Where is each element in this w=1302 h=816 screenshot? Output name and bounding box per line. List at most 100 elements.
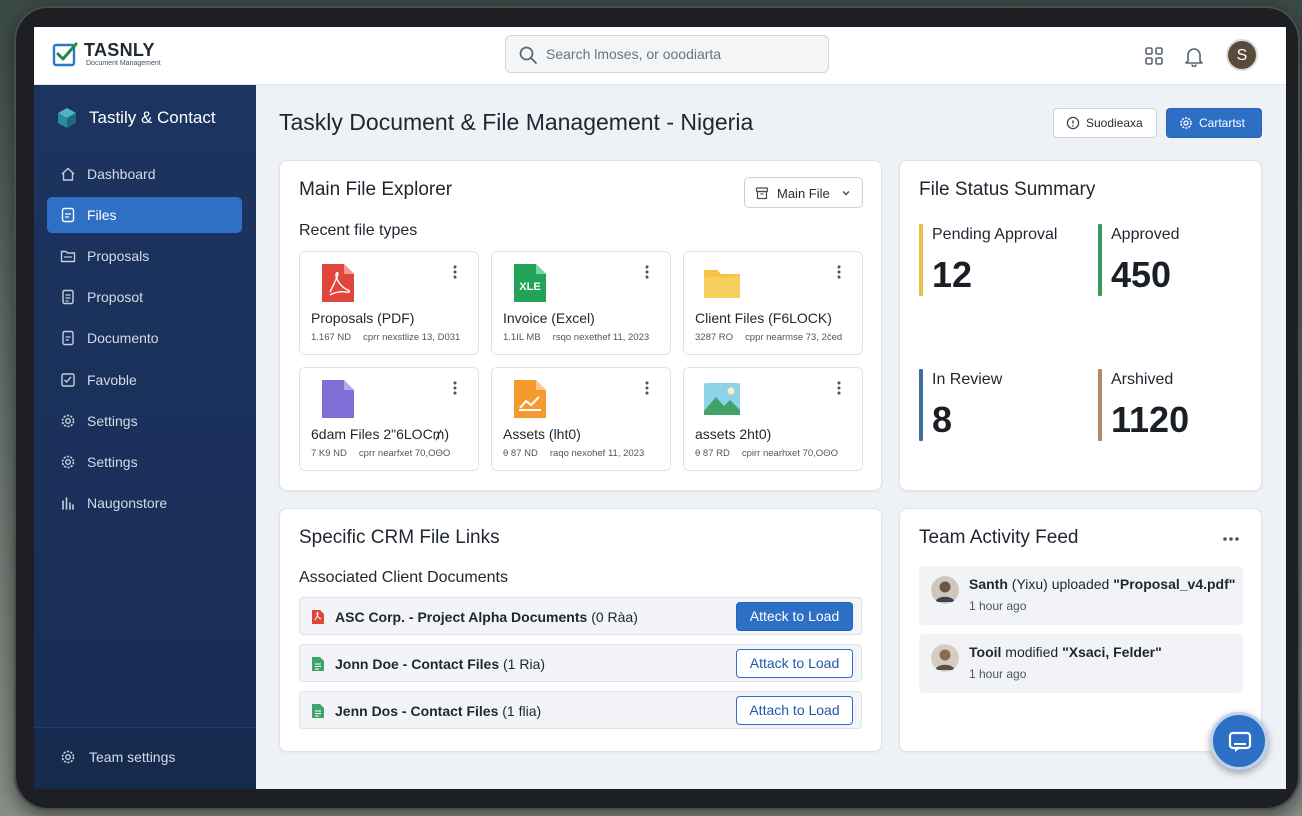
file-tile-client-files[interactable]: Client Files (F6LOCK) 3287 RO cppr nearms… [683, 251, 863, 355]
top-bar: TASNLY Document Management S [34, 27, 1286, 85]
activity-item[interactable]: Santh (Yixu) uploaded "Proposal_v4.pdf" … [919, 566, 1243, 625]
sidebar-item-favoble[interactable]: Favoble [47, 362, 242, 398]
chart-file-icon [514, 380, 546, 418]
more-vertical-icon[interactable] [640, 264, 654, 280]
document-icon [62, 330, 74, 346]
crm-link-row: Jonn Doe - Contact Files (1 Ria) Attack … [299, 644, 862, 682]
checklist-icon [61, 373, 75, 387]
file-tile-invoice[interactable]: XLE Invoice (Excel) 1.1IL MB rsqo nexethe… [491, 251, 671, 355]
sidebar-item-team-settings[interactable]: Team settings [34, 727, 256, 789]
cube-icon [58, 108, 76, 128]
sidebar-item-naugonstore[interactable]: Naugonstore [47, 485, 242, 521]
search-input[interactable] [546, 44, 816, 64]
card-title: Main File Explorer [299, 179, 453, 200]
svg-text:XLE: XLE [519, 281, 540, 293]
sidebar-footer-label: Team settings [89, 749, 176, 765]
gear-icon [61, 414, 75, 428]
document-icon [62, 289, 74, 305]
sidebar-item-label: Naugonstore [87, 495, 168, 511]
gear-icon [1180, 117, 1192, 129]
sidebar-item-proposals[interactable]: Proposals [47, 238, 242, 274]
stat-value: 1120 [1111, 399, 1190, 440]
dropdown-value: Main File [777, 186, 830, 201]
chat-button[interactable] [1210, 712, 1268, 770]
card-title: File Status Summary [919, 179, 1096, 200]
logo-check-icon [52, 42, 78, 67]
sidebar-item-label: Proposals [87, 248, 150, 264]
file-tile-assets-2[interactable]: assets 2ht0) θ 87 RD cpirr nearhxet 70,OΘ… [683, 367, 863, 471]
more-vertical-icon[interactable] [448, 264, 462, 280]
sidebar-item-label: Favoble [87, 372, 137, 388]
stat-accent-bar [1098, 369, 1102, 441]
main-file-explorer-card: Main File Explorer Main File Recent file… [279, 160, 882, 491]
sidebar-item-documento[interactable]: Documento [47, 320, 242, 356]
user-avatar [931, 576, 959, 604]
file-tile-6dam-files[interactable]: 6dam Files 2"6LOC₥) 7 K9 ND cprr nearfxet… [299, 367, 479, 471]
search-box[interactable] [505, 35, 829, 73]
logo-title: TASNLY [84, 40, 155, 60]
excel-icon: XLE [514, 264, 546, 302]
secondary-action-button[interactable]: Suodieaxa [1053, 108, 1157, 138]
gear-icon [61, 750, 75, 764]
folder-icon [60, 250, 76, 263]
recent-file-types-heading: Recent file types [299, 222, 418, 239]
home-icon [61, 167, 75, 181]
gear-icon [61, 455, 75, 469]
sidebar-item-label: Proposot [87, 289, 144, 305]
more-vertical-icon[interactable] [832, 380, 846, 396]
attach-to-load-button[interactable]: Attack to Load [736, 649, 853, 678]
file-name: Invoice (Excel) [503, 310, 595, 326]
primary-action-button[interactable]: Cartartst [1166, 108, 1262, 138]
user-avatar[interactable]: S [1226, 39, 1258, 71]
file-source-dropdown[interactable]: Main File [744, 177, 863, 208]
sidebar-item-label: Settings [87, 454, 138, 470]
file-meta: θ 87 ND raqo nexohef 11, 2023 [503, 448, 645, 459]
stat-label: Approved [1111, 226, 1180, 243]
sidebar-item-files[interactable]: Files [47, 197, 242, 233]
file-status-summary-card: File Status Summary Pending Approval 12 … [899, 160, 1262, 491]
stat-label: Arshived [1111, 371, 1174, 388]
stat-approved: Approved 450 [1098, 224, 1258, 298]
sidebar-item-proposot[interactable]: Proposot [47, 279, 242, 315]
activity-text: Santh (Yixu) uploaded "Proposal_v4.pdf" [969, 576, 1236, 592]
file-name: Client Files (F6LOCK) [695, 310, 832, 326]
sidebar-brand-name: Tastily & Contact [89, 108, 216, 127]
bell-icon[interactable] [1183, 45, 1205, 67]
attach-to-load-button[interactable]: Attach to Load [736, 696, 853, 725]
card-title: Specific CRM File Links [299, 527, 500, 548]
attach-to-load-button[interactable]: Atteck to Load [736, 602, 853, 631]
crm-link-label: Jenn Dos - Contact Files (1 flia) [335, 703, 542, 719]
document-icon [322, 380, 354, 418]
file-tile-assets[interactable]: Assets (lht0) θ 87 ND raqo nexohef 11, 20… [491, 367, 671, 471]
more-vertical-icon[interactable] [448, 380, 462, 396]
file-meta: 7 K9 ND cprr nearfxet 70,OΘO [311, 448, 451, 459]
sheet-icon [312, 704, 324, 718]
file-tile-proposals[interactable]: Proposals (PDF) 1.167 ND cprr nexstlize 1… [299, 251, 479, 355]
stat-pending-approval: Pending Approval 12 [919, 224, 1079, 298]
app-logo[interactable]: TASNLY Document Management [52, 39, 192, 73]
activity-text: Tooil modified "Xsaci, Felder" [969, 644, 1162, 660]
more-horizontal-icon[interactable] [1222, 536, 1240, 542]
stat-value: 8 [932, 399, 953, 440]
crm-link-label: ASC Corp. - Project Alpha Documents (0 R… [335, 609, 638, 625]
apps-grid-icon[interactable] [1143, 45, 1165, 67]
crm-file-links-card: Specific CRM File Links Associated Clien… [279, 508, 882, 752]
sidebar-item-label: Dashboard [87, 166, 156, 182]
crm-link-row: ASC Corp. - Project Alpha Documents (0 R… [299, 597, 862, 635]
stat-accent-bar [919, 369, 923, 441]
activity-item[interactable]: Tooil modified "Xsaci, Felder" 1 hour ag… [919, 634, 1243, 693]
sidebar-item-dashboard[interactable]: Dashboard [47, 156, 242, 192]
stat-accent-bar [919, 224, 923, 296]
chart-icon [62, 497, 74, 510]
app-screen: TASNLY Document Management Search lmoses… [34, 27, 1286, 789]
more-vertical-icon[interactable] [832, 264, 846, 280]
stat-label: In Review [932, 371, 1003, 388]
file-icon [61, 207, 75, 223]
page-title: Taskly Document & File Management - Nige… [279, 109, 754, 135]
info-icon [1066, 116, 1080, 130]
image-icon [704, 383, 740, 415]
more-vertical-icon[interactable] [640, 380, 654, 396]
sidebar-item-settings[interactable]: Settings [47, 403, 242, 439]
stat-value: 450 [1111, 254, 1172, 295]
sidebar-item-settings-2[interactable]: Settings [47, 444, 242, 480]
